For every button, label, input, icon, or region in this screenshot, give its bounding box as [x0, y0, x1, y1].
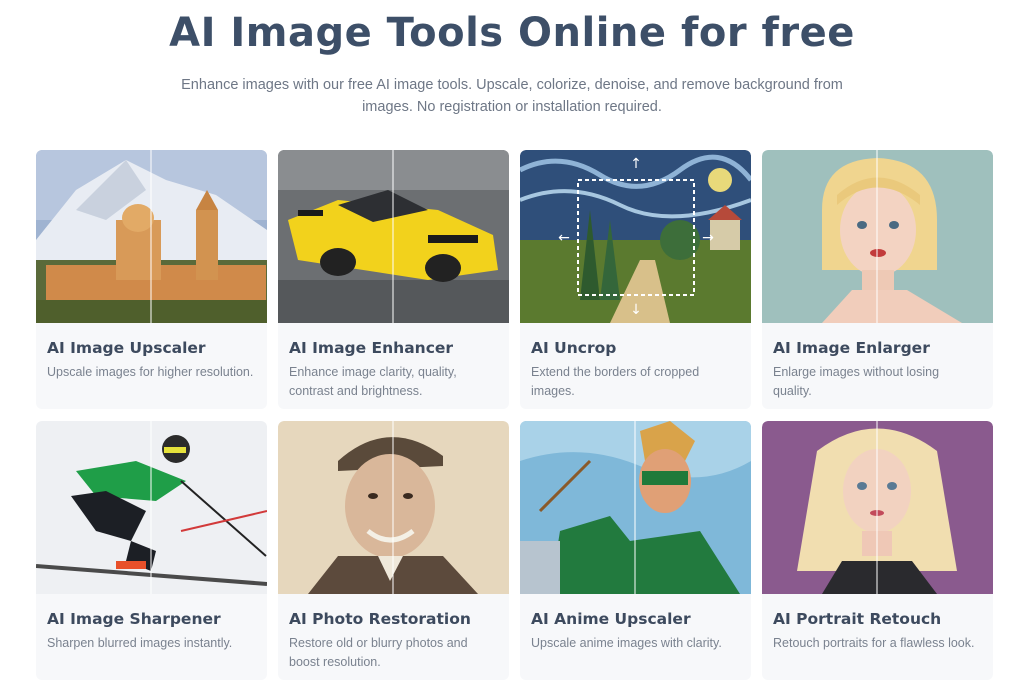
enlarger-thumbnail — [762, 150, 993, 323]
card-description: Upscale anime images with clarity. — [531, 636, 722, 650]
tool-card-photo-restoration[interactable]: AI Photo Restoration Restore old or blur… — [278, 421, 509, 680]
sharpener-thumbnail — [36, 421, 267, 594]
tool-card-image-enlarger[interactable]: AI Image Enlarger Enlarge images without… — [762, 150, 993, 409]
card-description: Sharpen blurred images instantly. — [47, 636, 233, 650]
tool-card-image-enhancer[interactable]: AI Image Enhancer Enhance image clarity,… — [278, 150, 509, 409]
card-title: AI Anime Upscaler — [531, 610, 691, 628]
card-description: Restore old or blurry photos and boost r… — [289, 636, 468, 669]
portrait-retouch-thumbnail — [762, 421, 993, 594]
anime-upscaler-thumbnail — [520, 421, 751, 594]
card-description: Enlarge images without losing quality. — [773, 365, 940, 398]
card-title: AI Image Sharpener — [47, 610, 221, 628]
tools-grid: AI Image Upscaler Upscale images for hig… — [36, 150, 994, 680]
tool-card-uncrop[interactable]: ↑ ↓ ← → AI Uncrop Extend the borders of … — [520, 150, 751, 409]
card-title: AI Image Enhancer — [289, 339, 454, 357]
page-subtitle: Enhance images with our free AI image to… — [181, 77, 843, 115]
card-title: AI Uncrop — [531, 339, 617, 357]
card-description: Retouch portraits for a flawless look. — [773, 636, 975, 650]
upscaler-thumbnail — [36, 150, 267, 323]
card-title: AI Portrait Retouch — [773, 610, 942, 628]
tool-card-anime-upscaler[interactable]: AI Anime Upscaler Upscale anime images w… — [520, 421, 751, 680]
tool-card-portrait-retouch[interactable]: AI Portrait Retouch Retouch portraits fo… — [762, 421, 993, 680]
page: AI Image Tools Online for free Enhance i… — [0, 0, 1024, 688]
card-title: AI Photo Restoration — [289, 610, 471, 628]
enhancer-thumbnail — [278, 150, 509, 323]
card-description: Upscale images for higher resolution. — [47, 365, 254, 379]
svg-text:→: → — [702, 230, 714, 246]
tool-card-image-upscaler[interactable]: AI Image Upscaler Upscale images for hig… — [36, 150, 267, 409]
card-description: Extend the borders of cropped images. — [531, 365, 700, 398]
uncrop-thumbnail: ↑ ↓ ← → — [520, 150, 751, 323]
card-title: AI Image Upscaler — [47, 339, 206, 357]
card-description: Enhance image clarity, quality, contrast… — [289, 365, 457, 398]
restoration-thumbnail — [278, 421, 509, 594]
tool-card-image-sharpener[interactable]: AI Image Sharpener Sharpen blurred image… — [36, 421, 267, 680]
svg-text:↑: ↑ — [630, 156, 642, 172]
card-title: AI Image Enlarger — [773, 339, 930, 357]
page-title: AI Image Tools Online for free — [169, 10, 855, 56]
svg-text:↓: ↓ — [630, 302, 642, 318]
svg-text:←: ← — [558, 230, 570, 246]
